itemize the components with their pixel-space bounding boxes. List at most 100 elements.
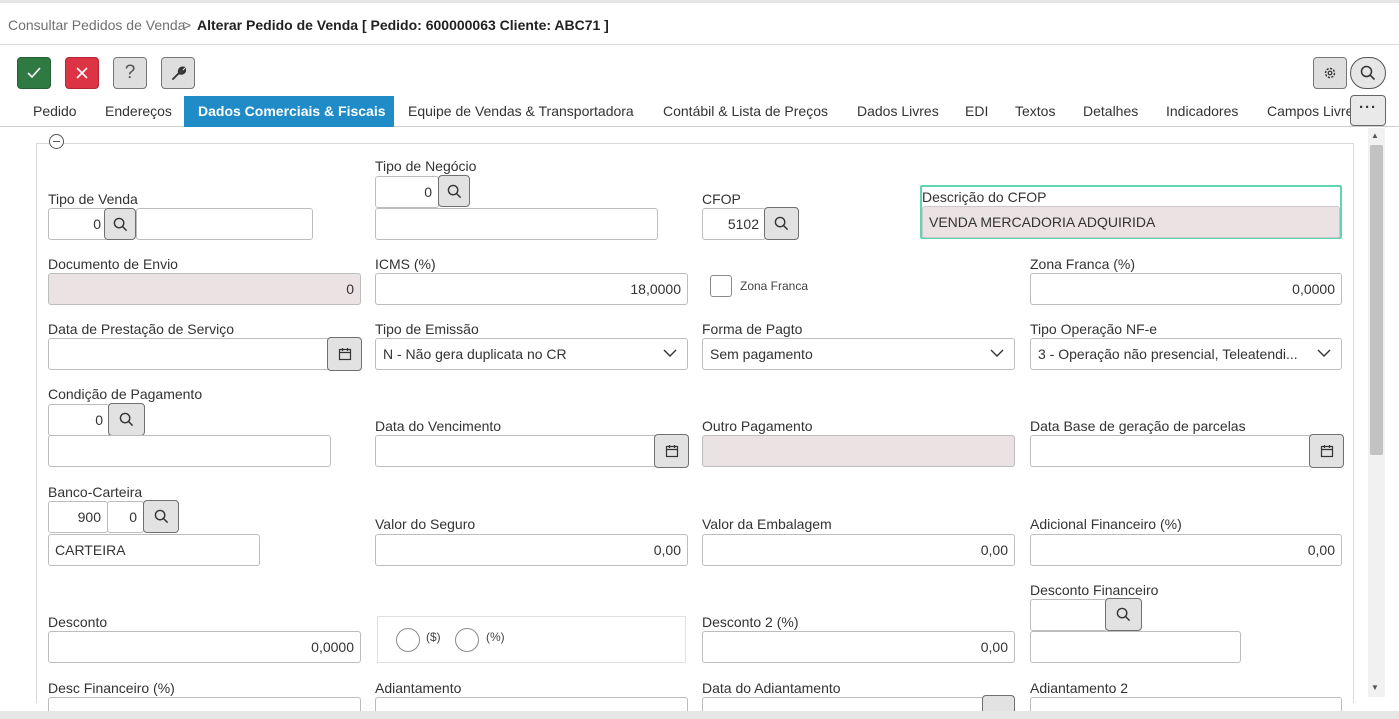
adiantamento-field[interactable] [375, 697, 688, 711]
gear-icon [1324, 67, 1336, 79]
chevron-down-icon [663, 349, 677, 357]
icms-field[interactable]: 18,0000 [375, 273, 688, 305]
adiantamento2-field[interactable] [1030, 697, 1342, 711]
confirm-button[interactable] [17, 57, 51, 89]
desconto-financeiro-description-field[interactable] [1030, 631, 1241, 663]
tipo-emissao-value: N - Não gera duplicata no CR [383, 346, 567, 362]
calendar-icon [338, 348, 351, 361]
condicao-pagamento-code-field[interactable]: 0 [48, 404, 110, 436]
tab-detalhes[interactable]: Detalhes [1069, 96, 1152, 127]
breadcrumb-parent-link[interactable]: Consultar Pedidos de Venda [8, 17, 185, 33]
data-prestacao-label: Data de Prestação de Serviço [48, 321, 234, 337]
zona-franca-pct-field[interactable]: 0,0000 [1030, 273, 1342, 305]
data-vencimento-field[interactable] [375, 435, 657, 467]
check-icon [27, 67, 41, 79]
forma-pagto-select[interactable]: Sem pagamento [702, 338, 1015, 370]
tab-pedido[interactable]: Pedido [19, 96, 91, 127]
scroll-down-icon[interactable]: ▼ [1371, 683, 1379, 692]
tipo-negocio-description-field[interactable] [375, 208, 658, 240]
global-search-button[interactable] [1350, 57, 1386, 89]
documento-envio-field[interactable]: 0 [48, 273, 361, 305]
valor-embalagem-field[interactable]: 0,00 [702, 534, 1015, 566]
tab-contabil-lista-precos[interactable]: Contábil & Lista de Preços [649, 96, 842, 127]
tab-campos-livres[interactable]: Campos Livres [1253, 96, 1350, 127]
more-tabs-button[interactable]: ··· [1350, 95, 1386, 126]
condicao-pagamento-label: Condição de Pagamento [48, 386, 203, 402]
desconto-money-label: ($) [426, 630, 441, 644]
data-vencimento-calendar-button[interactable] [654, 434, 689, 468]
tab-indicadores[interactable]: Indicadores [1152, 96, 1252, 127]
descricao-cfop-field[interactable]: VENDA MERCADORIA ADQUIRIDA [922, 206, 1340, 238]
tipo-emissao-select[interactable]: N - Não gera duplicata no CR [375, 338, 688, 370]
tipo-venda-code-field[interactable]: 0 [48, 208, 108, 240]
scroll-up-icon[interactable]: ▲ [1371, 131, 1379, 140]
data-adiantamento-calendar-button[interactable] [982, 695, 1015, 711]
desc-financeiro-pct-label: Desc Financeiro (%) [48, 680, 175, 696]
desconto-financeiro-code-field[interactable] [1030, 599, 1107, 631]
desc-financeiro-pct-field[interactable] [48, 697, 361, 711]
window-bottom-strip [0, 711, 1399, 719]
search-icon [447, 184, 461, 198]
zona-franca-checkbox-label: Zona Franca [740, 279, 809, 293]
banco-carteira-description-field[interactable]: CARTEIRA [48, 534, 260, 566]
carteira-code-field[interactable]: 0 [107, 501, 144, 533]
tipo-venda-search-button[interactable] [104, 208, 136, 240]
cfop-search-button[interactable] [764, 207, 799, 240]
search-icon [154, 509, 168, 524]
chevron-down-icon [1317, 349, 1331, 357]
tipo-negocio-search-button[interactable] [438, 175, 470, 207]
tools-button[interactable] [161, 57, 195, 89]
tab-enderecos[interactable]: Endereços [91, 96, 186, 127]
valor-seguro-label: Valor do Seguro [375, 516, 476, 532]
outro-pagamento-field[interactable] [702, 435, 1015, 467]
data-base-label: Data Base de geração de parcelas [1030, 418, 1246, 434]
zona-franca-checkbox[interactable] [710, 275, 732, 297]
cfop-code-field[interactable]: 5102 [702, 208, 766, 240]
desconto-label: Desconto [48, 614, 108, 630]
desconto-percent-label: (%) [486, 630, 505, 644]
tab-textos[interactable]: Textos [1001, 96, 1069, 127]
tipo-venda-label: Tipo de Venda [48, 191, 138, 207]
desconto-field[interactable]: 0,0000 [48, 631, 361, 663]
adiantamento-label: Adiantamento [375, 680, 462, 696]
collapse-icon[interactable] [49, 134, 64, 149]
tab-edi[interactable]: EDI [951, 96, 1002, 127]
breadcrumb: Consultar Pedidos de Venda > Alterar Ped… [0, 3, 1399, 45]
tab-dados-comerciais-fiscais[interactable]: Dados Comerciais & Fiscais [184, 96, 394, 127]
adicional-financeiro-field[interactable]: 0,00 [1030, 534, 1342, 566]
banco-carteira-search-button[interactable] [143, 500, 179, 533]
search-icon [119, 412, 134, 427]
help-button[interactable]: ? [113, 57, 147, 89]
desconto-money-radio[interactable] [396, 628, 420, 652]
data-prestacao-field[interactable] [48, 338, 330, 370]
scrollbar-thumb[interactable] [1370, 145, 1383, 455]
data-base-calendar-button[interactable] [1309, 434, 1344, 468]
tipo-venda-description-field[interactable] [136, 208, 313, 240]
search-icon [113, 217, 127, 231]
valor-seguro-field[interactable]: 0,00 [375, 534, 688, 566]
valor-embalagem-label: Valor da Embalagem [702, 516, 832, 532]
cfop-label: CFOP [702, 191, 741, 207]
desconto2-field[interactable]: 0,00 [702, 631, 1015, 663]
desconto-percent-radio[interactable] [455, 628, 479, 652]
desconto2-label: Desconto 2 (%) [702, 614, 799, 630]
search-icon [774, 216, 789, 231]
tipo-negocio-code-field[interactable]: 0 [375, 176, 439, 208]
banco-code-field[interactable]: 900 [48, 501, 108, 533]
cancel-button[interactable] [65, 57, 99, 89]
forma-pagto-value: Sem pagamento [710, 346, 813, 362]
condicao-pagamento-search-button[interactable] [108, 403, 145, 436]
page-title: Alterar Pedido de Venda [ Pedido: 600000… [197, 17, 609, 33]
adiantamento2-label: Adiantamento 2 [1030, 680, 1129, 696]
data-base-field[interactable] [1030, 435, 1312, 467]
data-adiantamento-field[interactable] [702, 697, 984, 711]
tipo-emissao-label: Tipo de Emissão [375, 321, 479, 337]
tipo-operacao-label: Tipo Operação NF-e [1030, 321, 1158, 337]
condicao-pagamento-description-field[interactable] [48, 435, 331, 467]
settings-button[interactable] [1313, 57, 1347, 89]
data-prestacao-calendar-button[interactable] [327, 337, 362, 371]
tipo-operacao-select[interactable]: 3 - Operação não presencial, Teleatendi.… [1030, 338, 1342, 370]
desconto-financeiro-search-button[interactable] [1105, 598, 1142, 631]
tab-dados-livres[interactable]: Dados Livres [843, 96, 953, 127]
tab-equipe-vendas-transportadora[interactable]: Equipe de Vendas & Transportadora [394, 96, 648, 127]
